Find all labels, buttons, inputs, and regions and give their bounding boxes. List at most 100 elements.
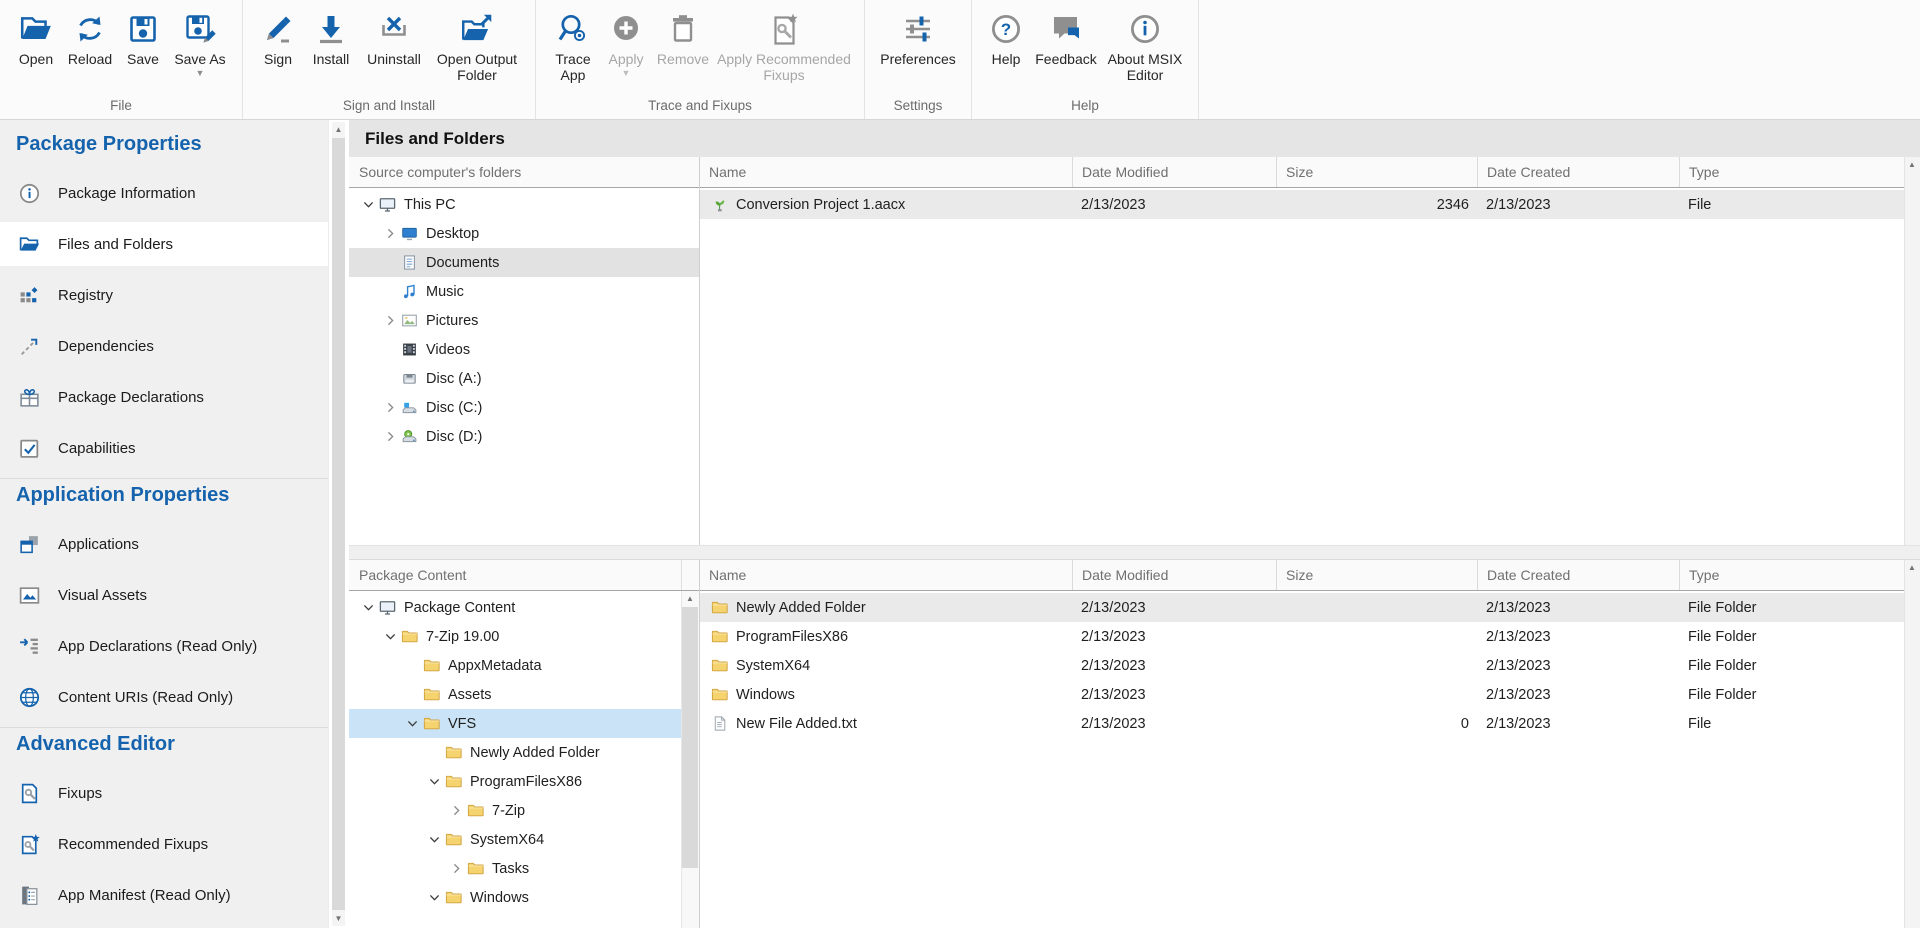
tree-item-documents[interactable]: Documents [349,248,699,277]
tree-item-assets[interactable]: Assets [349,680,681,709]
file-row-windows[interactable]: Windows 2/13/2023 2/13/2023 File Folder [700,680,1920,709]
toolbar-button-label: Open Output Folder [432,51,522,83]
file-type: File Folder [1679,629,1920,645]
sidebar-item-package-information[interactable]: Package Information [0,171,328,215]
column-header-type[interactable]: Type [1679,560,1920,590]
chevron-down-icon[interactable]: ▼ [196,69,205,77]
chevron-down-icon[interactable] [403,709,421,738]
tree-item-appxmetadata[interactable]: AppxMetadata [349,651,681,680]
sidebar-item-capabilities[interactable]: Capabilities [0,426,328,470]
scrollbar-track[interactable]: ▲ ▼ [332,122,345,926]
tree-item-disc-a[interactable]: Disc (A:) [349,364,699,393]
chevron-down-icon[interactable] [359,190,377,219]
about-msix-editor-button[interactable]: About MSIX Editor [1105,7,1185,83]
file-row-new-file-added[interactable]: New File Added.txt 2/13/2023 0 2/13/2023… [700,709,1920,738]
package-tree-scrollbar[interactable]: ▲ [681,591,699,928]
reload-button[interactable]: Reload [65,7,115,67]
tree-item-videos[interactable]: Videos [349,335,699,364]
sign-button[interactable]: Sign [256,7,300,67]
apply-button[interactable]: Apply ▼ [603,7,649,77]
column-header-type[interactable]: Type [1679,157,1920,187]
package-list-scrollbar[interactable]: ▲ [1904,560,1920,928]
tree-item-this-pc[interactable]: This PC [349,190,699,219]
scrollbar-thumb[interactable] [332,138,345,910]
sidebar-item-recommended-fixups[interactable]: Recommended Fixups [0,822,328,866]
chevron-right-icon[interactable] [447,854,465,883]
source-folders-tree-header[interactable]: Source computer's folders [349,157,699,188]
chevron-right-icon[interactable] [381,306,399,335]
sidebar-item-app-declarations[interactable]: App Declarations (Read Only) [0,624,328,668]
chevron-down-icon[interactable] [381,622,399,651]
chevron-down-icon[interactable] [425,767,443,796]
computer-icon [377,196,397,213]
chevron-right-icon[interactable] [381,393,399,422]
chevron-down-icon[interactable] [425,825,443,854]
column-header-size[interactable]: Size [1276,157,1477,187]
column-header-size[interactable]: Size [1276,560,1477,590]
column-header-name[interactable]: Name [700,560,1072,590]
pane-splitter[interactable] [349,545,1920,560]
chevron-right-icon[interactable] [381,219,399,248]
folder-icon [443,744,463,761]
tree-item-disc-d[interactable]: Disc (D:) [349,422,699,451]
tree-item-vfs[interactable]: VFS [349,709,681,738]
chevron-down-icon[interactable] [425,883,443,912]
scroll-up-arrow[interactable]: ▲ [1905,157,1919,172]
scroll-up-arrow[interactable]: ▲ [682,591,698,606]
tree-item-desktop[interactable]: Desktop [349,219,699,248]
column-header-date-created[interactable]: Date Created [1477,560,1679,590]
sidebar-item-applications[interactable]: Applications [0,522,328,566]
tree-item-windows[interactable]: Windows [349,883,681,912]
feedback-button[interactable]: Feedback [1033,7,1099,67]
scroll-up-arrow[interactable]: ▲ [332,122,345,137]
scroll-down-arrow[interactable]: ▼ [332,911,345,926]
sidebar-item-registry[interactable]: Registry [0,273,328,317]
tree-item-newly-added-folder[interactable]: Newly Added Folder [349,738,681,767]
remove-button[interactable]: Remove [655,7,711,67]
tree-item-disc-c[interactable]: Disc (C:) [349,393,699,422]
save-as-button[interactable]: Save As ▼ [171,7,229,77]
sidebar-item-fixups[interactable]: Fixups [0,771,328,815]
sidebar-item-content-uris[interactable]: Content URIs (Read Only) [0,675,328,719]
preferences-button[interactable]: Preferences [878,7,958,67]
tree-item-pictures[interactable]: Pictures [349,306,699,335]
sidebar-item-files-and-folders[interactable]: Files and Folders [0,222,328,266]
column-header-name[interactable]: Name [700,157,1072,187]
ribbon-filler [1199,0,1920,119]
open-button[interactable]: Open [13,7,59,67]
tree-item-tasks[interactable]: Tasks [349,854,681,883]
chevron-right-icon[interactable] [447,796,465,825]
save-button[interactable]: Save [121,7,165,67]
column-header-date-modified[interactable]: Date Modified [1072,560,1276,590]
package-content-tree-header[interactable]: Package Content [349,560,699,591]
uninstall-button[interactable]: Uninstall [362,7,426,67]
scroll-up-arrow[interactable]: ▲ [1905,560,1919,575]
tree-item-7zip-1900[interactable]: 7-Zip 19.00 [349,622,681,651]
file-row-newly-added-folder[interactable]: Newly Added Folder 2/13/2023 2/13/2023 F… [700,593,1920,622]
tree-item-systemx64[interactable]: SystemX64 [349,825,681,854]
source-list-scrollbar[interactable]: ▲ [1904,157,1920,545]
tree-item-package-content[interactable]: Package Content [349,593,681,622]
scrollbar-thumb[interactable] [682,607,698,868]
sidebar-item-dependencies[interactable]: Dependencies [0,324,328,368]
install-icon [314,7,348,51]
file-row-conversion-project[interactable]: Conversion Project 1.aacx 2/13/2023 2346… [700,190,1920,219]
open-output-folder-button[interactable]: Open Output Folder [432,7,522,83]
file-row-systemx64[interactable]: SystemX64 2/13/2023 2/13/2023 File Folde… [700,651,1920,680]
apply-recommended-fixups-button[interactable]: Apply Recommended Fixups [717,7,851,83]
help-button[interactable]: Help [985,7,1027,67]
file-row-programfilesx86[interactable]: ProgramFilesX86 2/13/2023 2/13/2023 File… [700,622,1920,651]
sidebar-item-visual-assets[interactable]: Visual Assets [0,573,328,617]
chevron-right-icon[interactable] [381,422,399,451]
column-header-date-modified[interactable]: Date Modified [1072,157,1276,187]
tree-item-programfilesx86[interactable]: ProgramFilesX86 [349,767,681,796]
trace-app-button[interactable]: Trace App [549,7,597,83]
sidebar-item-package-declarations[interactable]: Package Declarations [0,375,328,419]
tree-item-music[interactable]: Music [349,277,699,306]
column-header-date-created[interactable]: Date Created [1477,157,1679,187]
tree-item-label: 7-Zip [492,803,525,819]
chevron-down-icon[interactable] [359,593,377,622]
install-button[interactable]: Install [306,7,356,67]
sidebar-item-app-manifest[interactable]: App Manifest (Read Only) [0,873,328,917]
tree-item-7zip[interactable]: 7-Zip [349,796,681,825]
